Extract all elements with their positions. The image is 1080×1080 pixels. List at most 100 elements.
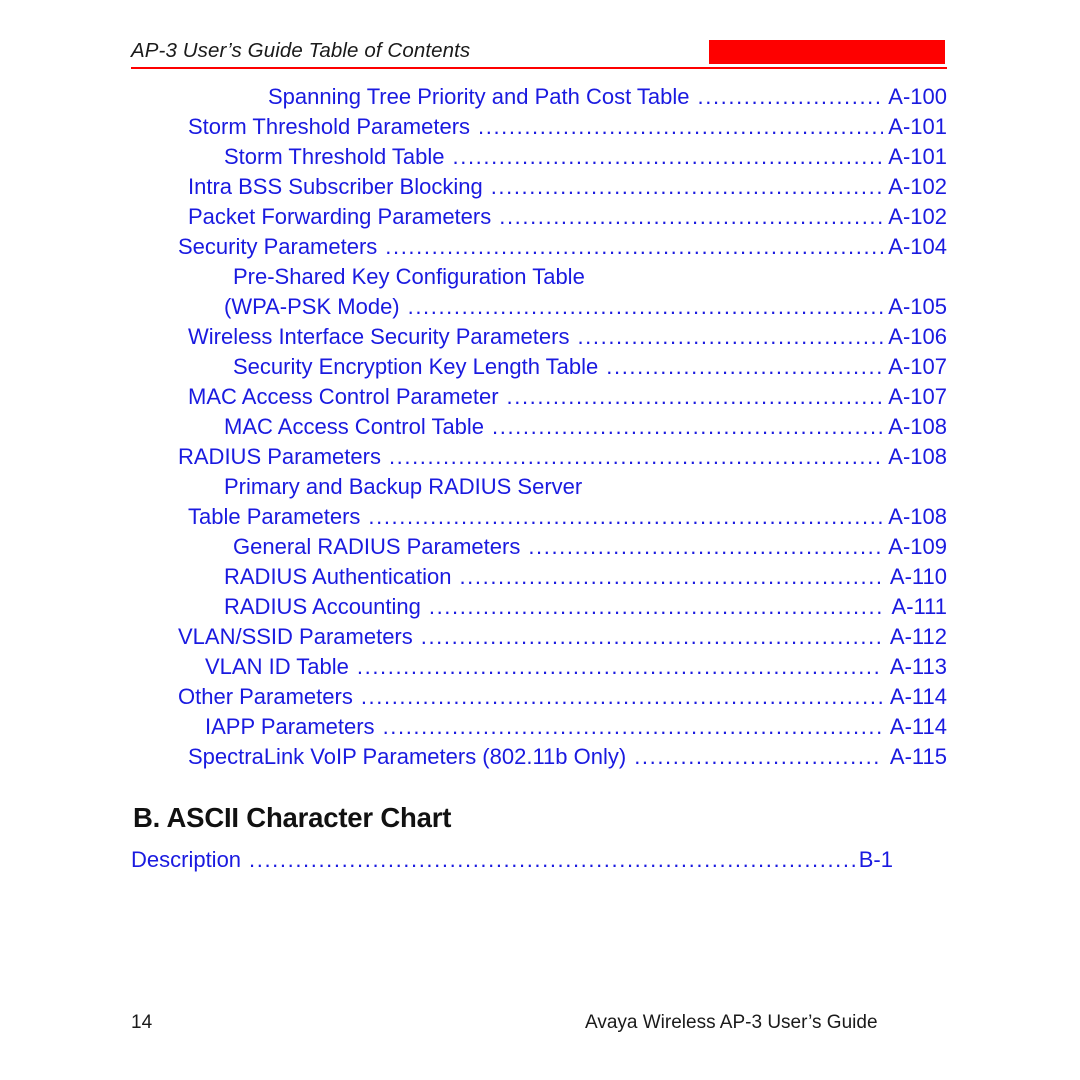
toc-entry-label: Security Encryption Key Length Table	[233, 354, 599, 379]
toc-entry[interactable]: Security Parameters A-104	[131, 234, 947, 264]
toc-dot-leader	[383, 714, 883, 736]
toc-dot-leader	[577, 324, 883, 346]
toc-dot-leader	[528, 534, 883, 556]
toc-entry-page-number: A-101	[888, 114, 947, 139]
header-accent-bar	[709, 40, 945, 64]
toc-dot-leader	[634, 744, 883, 766]
page-header: AP-3 User’s Guide Table of Contents	[131, 38, 947, 70]
document-page: AP-3 User’s Guide Table of Contents Span…	[0, 0, 1080, 1080]
toc-entry[interactable]: Wireless Interface Security Parameters A-…	[131, 324, 947, 354]
toc-dot-leader	[606, 354, 883, 376]
toc-entry-page-number: A-112	[889, 624, 947, 649]
toc-entry-page-number: A-108	[888, 444, 947, 469]
toc-entry[interactable]: Table Parameters A-108	[131, 504, 947, 534]
toc-entry[interactable]: VLAN ID Table A-113	[131, 654, 947, 684]
toc-dot-leader	[492, 414, 883, 436]
toc-entry-page-number: A-109	[888, 534, 947, 559]
toc-entry[interactable]: Other Parameters A-114	[131, 684, 947, 714]
toc-entry-label: VLAN ID Table	[205, 654, 349, 679]
toc-dot-leader	[429, 594, 883, 616]
toc-dot-leader	[459, 564, 883, 586]
toc-entry-label: Wireless Interface Security Parameters	[188, 324, 570, 349]
toc-dot-leader	[361, 684, 883, 706]
footer-page-number: 14	[131, 1012, 153, 1033]
toc-entry[interactable]: RADIUS Authentication A-110	[131, 564, 947, 594]
toc-entry[interactable]: Pre-Shared Key Configuration Table	[131, 264, 947, 294]
toc-entry[interactable]: MAC Access Control Table A-108	[131, 414, 947, 444]
toc-entry-page-number: A-106	[888, 324, 947, 349]
toc-entry[interactable]: Storm Threshold Table A-101	[131, 144, 947, 174]
toc-entry-label: MAC Access Control Parameter	[188, 384, 499, 409]
toc-entry-page-number: A-100	[888, 84, 947, 109]
page-footer: 14 Avaya Wireless AP-3 User’s Guide	[131, 1012, 947, 1038]
toc-entry[interactable]: RADIUS Accounting A-111	[131, 594, 947, 624]
toc-dot-leader	[421, 624, 883, 646]
toc-entry-label: Security Parameters	[178, 234, 378, 259]
toc-entry[interactable]: IAPP Parameters A-114	[131, 714, 947, 744]
toc-dot-leader	[478, 114, 883, 136]
toc-dot-leader	[499, 204, 883, 226]
toc-entry-page-number: A-107	[888, 354, 947, 379]
toc-entry-page-number: A-111	[891, 594, 947, 619]
toc-entry-label: General RADIUS Parameters	[233, 534, 521, 559]
toc-entry-page-number: A-107	[888, 384, 947, 409]
toc-entry-page-number: A-102	[888, 204, 947, 229]
toc-entry[interactable]: MAC Access Control Parameter A-107	[131, 384, 947, 414]
toc-dot-leader	[357, 654, 883, 676]
section-contents: Description B-1	[131, 847, 893, 877]
toc-entry-label: RADIUS Authentication	[224, 564, 452, 589]
footer-document-title: Avaya Wireless AP-3 User’s Guide	[585, 1012, 878, 1033]
toc-entry-label: Primary and Backup RADIUS Server	[224, 474, 583, 499]
toc-entry-page-number: A-101	[888, 144, 947, 169]
toc-dot-leader	[491, 174, 883, 196]
toc-entry[interactable]: SpectraLink VoIP Parameters (802.11b Onl…	[131, 744, 947, 774]
toc-entry-page-number: A-114	[889, 714, 947, 739]
toc-entry-page-number: A-104	[888, 234, 947, 259]
section-heading: B. ASCII Character Chart	[133, 802, 452, 833]
toc-dot-leader	[698, 84, 883, 106]
toc-entry-page-number: A-110	[889, 564, 947, 589]
toc-entry-label: RADIUS Parameters	[178, 444, 381, 469]
toc-entry[interactable]: RADIUS Parameters A-108	[131, 444, 947, 474]
toc-entry-label: (WPA-PSK Mode)	[224, 294, 400, 319]
toc-entry-label: Storm Threshold Table	[224, 144, 445, 169]
header-divider	[131, 67, 947, 69]
toc-entry[interactable]: Packet Forwarding Parameters A-102	[131, 204, 947, 234]
toc-dot-leader	[453, 144, 883, 166]
toc-entry[interactable]: Spanning Tree Priority and Path Cost Tab…	[131, 84, 947, 114]
toc-entry-page-number: A-115	[889, 744, 947, 769]
toc-entry-page-number: A-105	[888, 294, 947, 319]
toc-entry[interactable]: (WPA-PSK Mode) A-105	[131, 294, 947, 324]
toc-entry-page-number: A-108	[888, 504, 947, 529]
toc-entry[interactable]: General RADIUS Parameters A-109	[131, 534, 947, 564]
toc-entry-page-number: A-102	[888, 174, 947, 199]
toc-entry-label: Description	[131, 847, 242, 872]
toc-entry-label: Pre-Shared Key Configuration Table	[233, 264, 585, 289]
toc-entry-label: Table Parameters	[188, 504, 361, 529]
toc-entry[interactable]: Intra BSS Subscriber Blocking A-102	[131, 174, 947, 204]
toc-entry-label: Spanning Tree Priority and Path Cost Tab…	[268, 84, 690, 109]
toc-entry[interactable]: VLAN/SSID Parameters A-112	[131, 624, 947, 654]
toc-entry-page-number: A-108	[888, 414, 947, 439]
toc-entry-label: SpectraLink VoIP Parameters (802.11b Onl…	[188, 744, 627, 769]
toc-dot-leader	[408, 294, 883, 316]
toc-entry[interactable]: Primary and Backup RADIUS Server	[131, 474, 947, 504]
toc-dot-leader	[368, 504, 883, 526]
toc-dot-leader	[389, 444, 883, 466]
toc-entry-label: Storm Threshold Parameters	[188, 114, 471, 139]
toc-entry-label: Packet Forwarding Parameters	[188, 204, 492, 229]
toc-entry[interactable]: Description B-1	[131, 847, 893, 877]
toc-entry[interactable]: Security Encryption Key Length Table A-10…	[131, 354, 947, 384]
table-of-contents: Spanning Tree Priority and Path Cost Tab…	[131, 84, 947, 774]
header-title: AP-3 User’s Guide Table of Contents	[131, 39, 471, 62]
toc-entry-label: IAPP Parameters	[205, 714, 375, 739]
toc-entry-page-number: A-113	[889, 654, 947, 679]
toc-dot-leader	[385, 234, 883, 256]
toc-entry[interactable]: Storm Threshold Parameters A-101	[131, 114, 947, 144]
toc-entry-page-number: A-114	[889, 684, 947, 709]
toc-entry-label: RADIUS Accounting	[224, 594, 421, 619]
toc-entry-label: Other Parameters	[178, 684, 353, 709]
toc-dot-leader	[507, 384, 883, 406]
toc-entry-label: MAC Access Control Table	[224, 414, 485, 439]
toc-entry-page-number: B-1	[858, 847, 893, 872]
